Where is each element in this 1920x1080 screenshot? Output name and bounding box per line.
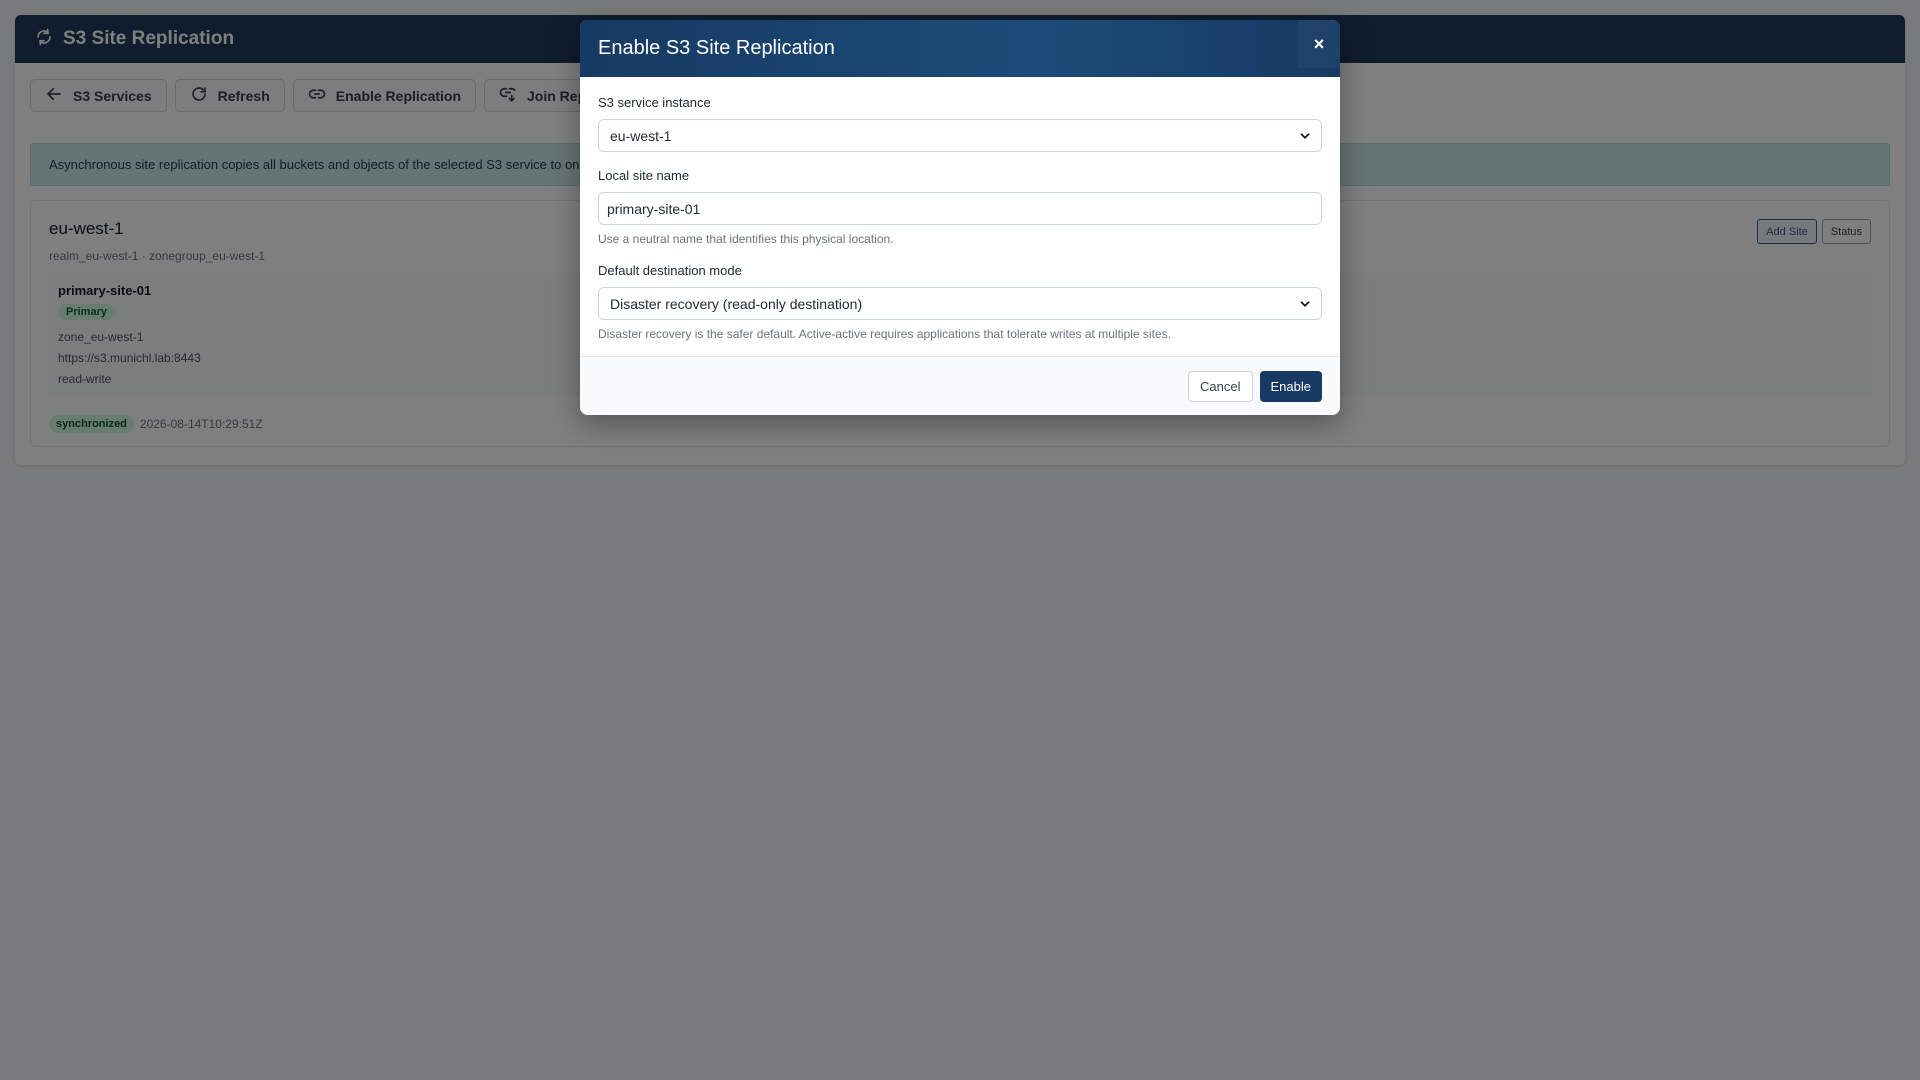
destination-mode-select[interactable]: Disaster recovery (read-only destination… [598, 287, 1322, 320]
chevron-down-icon [1298, 129, 1312, 143]
site-name-input[interactable]: primary-site-01 [598, 192, 1322, 225]
modal-header: Enable S3 Site Replication × [580, 20, 1340, 77]
site-name-help: Use a neutral name that identifies this … [598, 232, 894, 246]
site-name-input-value: primary-site-01 [607, 200, 701, 217]
destination-mode-help: Disaster recovery is the safer default. … [598, 327, 1171, 341]
service-instance-value: eu-west-1 [610, 127, 672, 144]
cancel-button[interactable]: Cancel [1188, 370, 1253, 402]
site-name-label: Local site name [598, 168, 690, 183]
service-instance-select[interactable]: eu-west-1 [598, 119, 1322, 152]
destination-mode-value: Disaster recovery (read-only destination… [610, 295, 863, 312]
modal-body: S3 service instance eu-west-1 Local site… [580, 77, 1340, 341]
modal-footer: Cancel Enable [580, 356, 1340, 415]
chevron-down-icon [1298, 297, 1312, 311]
service-instance-label: S3 service instance [598, 95, 711, 110]
enable-button[interactable]: Enable [1259, 370, 1322, 402]
destination-mode-label: Default destination mode [598, 263, 742, 278]
enable-replication-modal: Enable S3 Site Replication × S3 service … [580, 20, 1340, 415]
close-icon[interactable]: × [1298, 20, 1340, 68]
modal-title: Enable S3 Site Replication [598, 37, 835, 59]
